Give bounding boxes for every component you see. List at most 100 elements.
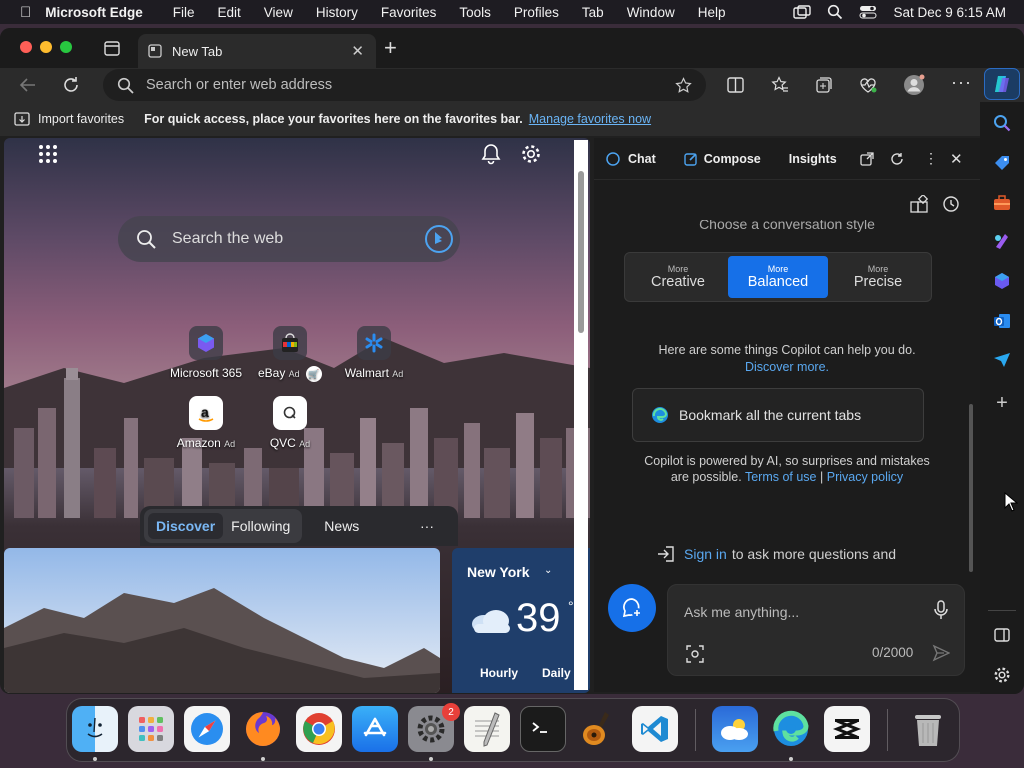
tab-news[interactable]: News bbox=[324, 518, 359, 534]
dock-safari-icon[interactable] bbox=[184, 706, 230, 752]
menu-window[interactable]: Window bbox=[627, 5, 675, 20]
sidebar-tools-icon[interactable] bbox=[991, 192, 1013, 214]
notifications-bell-icon[interactable] bbox=[481, 143, 501, 165]
favorite-star-icon[interactable] bbox=[675, 76, 692, 94]
sidebar-settings-gear-icon[interactable] bbox=[991, 664, 1013, 686]
menu-app-name[interactable]: Microsoft Edge bbox=[45, 5, 143, 20]
dock-vscode-icon[interactable] bbox=[632, 706, 678, 752]
web-search-box[interactable]: Search the web bbox=[118, 216, 460, 262]
close-tab-icon[interactable]: ✕ bbox=[351, 42, 364, 60]
screen-mirroring-icon[interactable] bbox=[793, 5, 812, 19]
menu-tab[interactable]: Tab bbox=[582, 5, 604, 20]
zoom-window-button[interactable] bbox=[60, 41, 72, 53]
menu-edit[interactable]: Edit bbox=[218, 5, 241, 20]
dock-capcut-icon[interactable] bbox=[824, 706, 870, 752]
tab-following[interactable]: Following bbox=[223, 513, 298, 539]
dock-launchpad-icon[interactable] bbox=[128, 706, 174, 752]
apps-launcher-icon[interactable] bbox=[38, 144, 58, 164]
weather-city[interactable]: New York bbox=[467, 564, 530, 580]
discover-more-link[interactable]: Discover more. bbox=[594, 360, 980, 374]
minimize-window-button[interactable] bbox=[40, 41, 52, 53]
close-pane-icon[interactable]: ✕ bbox=[950, 150, 963, 168]
send-icon[interactable] bbox=[932, 644, 950, 662]
news-card-image[interactable] bbox=[4, 548, 440, 693]
tab-insights[interactable]: Insights bbox=[789, 152, 837, 166]
refresh-icon[interactable] bbox=[890, 152, 904, 166]
feed-more-button[interactable]: ··· bbox=[420, 518, 434, 534]
copilot-scrollbar[interactable] bbox=[969, 404, 973, 572]
menu-tools[interactable]: Tools bbox=[459, 5, 491, 20]
more-options-icon[interactable]: ⋮ bbox=[924, 150, 938, 167]
menu-help[interactable]: Help bbox=[698, 5, 726, 20]
sign-in-link[interactable]: Sign in bbox=[684, 546, 727, 562]
history-icon[interactable] bbox=[942, 195, 960, 213]
suggestion-bookmark-tabs[interactable]: Bookmark all the current tabs bbox=[632, 388, 924, 442]
tab-compose[interactable]: Compose bbox=[704, 152, 761, 166]
terms-of-use-link[interactable]: Terms of use bbox=[745, 470, 817, 484]
new-tab-button[interactable]: + bbox=[384, 37, 397, 59]
refresh-icon[interactable] bbox=[62, 76, 80, 94]
browser-essentials-icon[interactable] bbox=[858, 76, 878, 94]
close-window-button[interactable] bbox=[20, 41, 32, 53]
weather-hourly-tab[interactable]: Hourly bbox=[480, 666, 518, 680]
copilot-button[interactable] bbox=[984, 68, 1020, 100]
sidebar-games-icon[interactable] bbox=[991, 230, 1013, 252]
dock-app-store-icon[interactable] bbox=[352, 706, 398, 752]
sidebar-shopping-icon[interactable] bbox=[991, 152, 1013, 174]
plugins-icon[interactable] bbox=[910, 195, 928, 213]
sidebar-microsoft365-icon[interactable] bbox=[991, 270, 1013, 292]
new-topic-button[interactable] bbox=[608, 584, 656, 632]
dock-terminal-icon[interactable] bbox=[520, 706, 566, 752]
collections-icon[interactable] bbox=[815, 76, 833, 94]
dock-textedit-icon[interactable] bbox=[464, 706, 510, 752]
style-balanced-button[interactable]: More Balanced bbox=[728, 256, 828, 298]
tab-discover[interactable]: Discover bbox=[148, 513, 224, 539]
dock-edge-icon[interactable] bbox=[768, 706, 814, 752]
sidebar-drop-icon[interactable] bbox=[991, 348, 1013, 370]
open-in-new-tab-icon[interactable] bbox=[860, 152, 874, 166]
microphone-icon[interactable] bbox=[934, 600, 948, 620]
tile-amazon[interactable]: a Amazon Ad bbox=[166, 396, 246, 450]
dock-firefox-icon[interactable] bbox=[240, 706, 286, 752]
sidebar-search-icon[interactable] bbox=[991, 112, 1013, 134]
dock-finder-icon[interactable] bbox=[72, 706, 118, 752]
style-precise-button[interactable]: More Precise bbox=[828, 256, 928, 298]
chat-input-box[interactable]: Ask me anything... 0/2000 bbox=[667, 584, 965, 676]
visual-search-icon[interactable] bbox=[686, 645, 704, 663]
weather-daily-tab[interactable]: Daily bbox=[542, 666, 571, 680]
menu-favorites[interactable]: Favorites bbox=[381, 5, 437, 20]
dock-garageband-icon[interactable] bbox=[576, 706, 622, 752]
tile-qvc[interactable]: QVC Ad bbox=[250, 396, 330, 450]
discover-more-text[interactable]: Discover more. bbox=[745, 360, 829, 374]
chat-input-placeholder[interactable]: Ask me anything... bbox=[684, 604, 799, 620]
import-favorites-icon[interactable] bbox=[14, 112, 30, 126]
vertical-scrollbar[interactable] bbox=[578, 171, 584, 333]
tile-ebay[interactable]: eBay Ad 🛒 bbox=[250, 326, 330, 382]
profile-avatar-icon[interactable] bbox=[903, 74, 925, 96]
page-settings-gear-icon[interactable] bbox=[520, 143, 542, 165]
manage-favorites-link[interactable]: Manage favorites now bbox=[529, 112, 651, 126]
menu-file[interactable]: File bbox=[173, 5, 195, 20]
tab-chat[interactable]: Chat bbox=[628, 152, 656, 166]
sidebar-outlook-icon[interactable] bbox=[991, 310, 1013, 332]
dock-weather-icon[interactable] bbox=[712, 706, 758, 752]
back-arrow-icon[interactable] bbox=[19, 76, 37, 94]
sidebar-hide-icon[interactable] bbox=[991, 624, 1013, 646]
import-favorites-button[interactable]: Import favorites bbox=[38, 112, 124, 126]
favorites-icon[interactable] bbox=[771, 76, 789, 94]
dock-chrome-icon[interactable] bbox=[296, 706, 342, 752]
split-screen-icon[interactable] bbox=[727, 77, 744, 93]
privacy-policy-link[interactable]: Privacy policy bbox=[827, 470, 903, 484]
tile-microsoft-365[interactable]: Microsoft 365 bbox=[166, 326, 246, 380]
apple-menu-icon[interactable]:  bbox=[20, 4, 31, 21]
tile-walmart[interactable]: Walmart Ad bbox=[334, 326, 414, 380]
menu-clock[interactable]: Sat Dec 9 6:15 AM bbox=[893, 5, 1006, 20]
bing-chat-icon[interactable] bbox=[424, 224, 454, 254]
menu-history[interactable]: History bbox=[316, 5, 358, 20]
menu-view[interactable]: View bbox=[264, 5, 293, 20]
address-bar[interactable]: Search or enter web address bbox=[103, 69, 706, 101]
sidebar-add-icon[interactable]: + bbox=[991, 392, 1013, 414]
more-options-icon[interactable]: ··· bbox=[951, 72, 972, 93]
tab-actions-icon[interactable] bbox=[104, 41, 120, 56]
spotlight-search-icon[interactable] bbox=[827, 4, 843, 20]
